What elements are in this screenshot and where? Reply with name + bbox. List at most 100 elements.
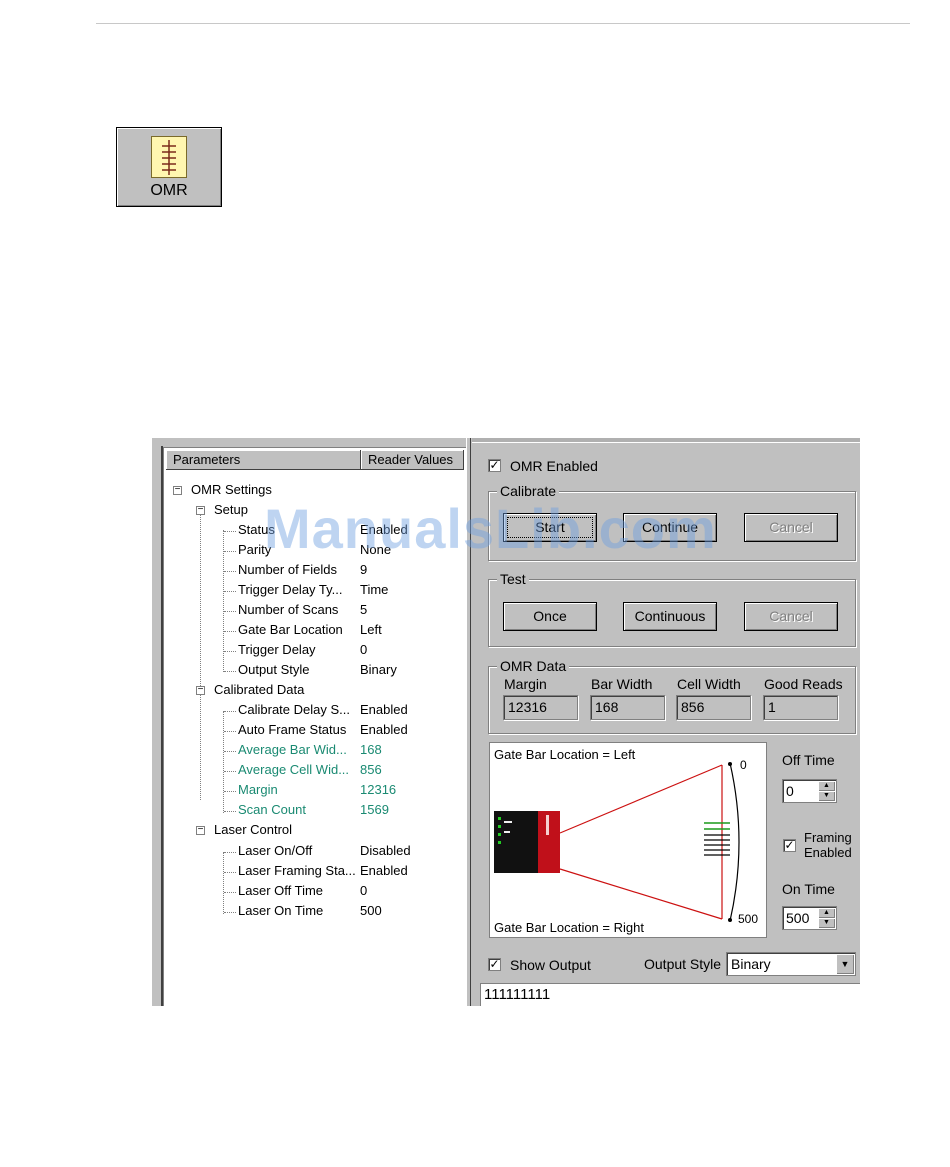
omr-document-icon: [151, 136, 187, 178]
off-time-value: 0: [786, 783, 794, 799]
test-cancel-button[interactable]: Cancel: [744, 602, 838, 631]
collapse-icon[interactable]: −: [196, 505, 205, 515]
spin-up-icon[interactable]: ▲: [818, 908, 835, 918]
column-header-reader-values[interactable]: Reader Values: [361, 450, 464, 470]
param-name[interactable]: Laser On Time: [238, 901, 323, 921]
omr-data-group: OMR Data Margin 12316 Bar Width 168 Cell…: [488, 658, 856, 734]
spin-down-icon[interactable]: ▼: [818, 791, 835, 801]
param-value: 168: [360, 742, 382, 757]
param-name[interactable]: Gate Bar Location: [238, 620, 343, 640]
param-value: None: [360, 542, 392, 557]
param-value: 9: [360, 562, 368, 577]
output-style-value: Binary: [731, 956, 771, 972]
tree-connector: [224, 711, 236, 712]
show-output-label: Show Output: [510, 957, 591, 973]
page-top-rule: [96, 23, 910, 24]
tree-node-laser-control[interactable]: Laser Control: [214, 820, 292, 840]
tree-node-calibrated-data[interactable]: Calibrated Data: [214, 680, 304, 700]
param-name[interactable]: Parity: [238, 540, 271, 560]
parameters-tree[interactable]: Parameters Reader Values − OMR Settings …: [161, 446, 466, 1006]
param-value: Left: [360, 622, 382, 637]
output-text-area[interactable]: 111111111: [480, 983, 860, 1006]
tree-node-setup[interactable]: Setup: [214, 500, 248, 520]
param-value: 5: [360, 602, 368, 617]
tree-connector: [224, 611, 236, 612]
tree-connector: [224, 771, 236, 772]
param-name[interactable]: Laser On/Off: [238, 841, 312, 861]
collapse-icon[interactable]: −: [196, 685, 205, 695]
cell-width-label: Cell Width: [677, 676, 741, 692]
bar-width-field: 168: [590, 695, 665, 720]
framing-enabled-label: Enabled: [804, 845, 852, 860]
omr-enabled-label: OMR Enabled: [510, 458, 598, 474]
param-name[interactable]: Laser Off Time: [238, 881, 323, 901]
param-name[interactable]: Number of Fields: [238, 560, 337, 580]
test-title: Test: [497, 571, 529, 587]
chevron-down-icon[interactable]: ▼: [836, 954, 854, 974]
calibrate-continue-button[interactable]: Continue: [623, 513, 717, 542]
param-name[interactable]: Status: [238, 520, 275, 540]
omr-dialog: Parameters Reader Values − OMR Settings …: [152, 438, 860, 1006]
tree-connector: [224, 791, 236, 792]
tree-connector: [224, 811, 236, 812]
tree-connector: [224, 631, 236, 632]
param-value: 0: [360, 642, 368, 657]
bar-width-label: Bar Width: [591, 676, 653, 692]
param-name[interactable]: Number of Scans: [238, 600, 338, 620]
tree-connector: [224, 731, 236, 732]
param-name[interactable]: Scan Count: [238, 800, 306, 820]
param-name[interactable]: Trigger Delay Ty...: [238, 580, 343, 600]
margin-field: 12316: [503, 695, 578, 720]
param-value: Enabled: [360, 522, 408, 537]
omr-toolbar-button[interactable]: OMR: [116, 127, 222, 207]
on-time-spin-buttons[interactable]: ▲ ▼: [818, 908, 835, 928]
param-name[interactable]: Auto Frame Status: [238, 720, 346, 740]
collapse-icon[interactable]: −: [196, 825, 205, 835]
tree-connector: [224, 551, 236, 552]
collapse-icon[interactable]: −: [173, 485, 182, 495]
param-name[interactable]: Trigger Delay: [238, 640, 316, 660]
output-style-select[interactable]: Binary ▼: [726, 952, 856, 976]
tree-connector: [224, 531, 236, 532]
good-reads-label: Good Reads: [764, 676, 843, 692]
calibrate-title: Calibrate: [497, 483, 560, 499]
calibrate-cancel-button[interactable]: Cancel: [744, 513, 838, 542]
param-value: Enabled: [360, 722, 408, 737]
tree-connector: [224, 852, 236, 853]
panel-splitter[interactable]: [466, 438, 471, 1006]
param-value: 0: [360, 883, 368, 898]
calibrate-start-button[interactable]: Start: [503, 513, 597, 542]
column-header-parameters[interactable]: Parameters: [166, 450, 361, 470]
margin-label: Margin: [504, 676, 547, 692]
spin-down-icon[interactable]: ▼: [818, 918, 835, 928]
tree-connector: [224, 751, 236, 752]
framing-enabled-checkbox[interactable]: ✓: [783, 839, 796, 852]
param-value: Enabled: [360, 702, 408, 717]
test-continuous-button[interactable]: Continuous: [623, 602, 717, 631]
tree-node-omr-settings[interactable]: OMR Settings: [191, 480, 272, 500]
scale-start-label: 0: [740, 758, 747, 772]
param-value: Enabled: [360, 863, 408, 878]
calibrate-group: Calibrate Start Continue Cancel: [488, 483, 856, 561]
param-name[interactable]: Margin: [238, 780, 278, 800]
on-time-label: On Time: [782, 881, 835, 897]
param-name[interactable]: Average Cell Wid...: [238, 760, 349, 780]
param-name[interactable]: Laser Framing Sta...: [238, 861, 356, 881]
param-name[interactable]: Calibrate Delay S...: [238, 700, 350, 720]
off-time-spin-buttons[interactable]: ▲ ▼: [818, 781, 835, 801]
on-time-spinner[interactable]: 500 ▲ ▼: [782, 906, 837, 930]
omr-enabled-checkbox[interactable]: ✓: [488, 459, 501, 472]
param-name[interactable]: Output Style: [238, 660, 310, 680]
param-name[interactable]: Average Bar Wid...: [238, 740, 347, 760]
spin-up-icon[interactable]: ▲: [818, 781, 835, 791]
tab-strip: [472, 438, 860, 443]
test-once-button[interactable]: Once: [503, 602, 597, 631]
tree-connector: [223, 852, 224, 914]
tree-connector: [224, 892, 236, 893]
on-time-value: 500: [786, 910, 810, 926]
param-value: 856: [360, 762, 382, 777]
tree-connector: [224, 872, 236, 873]
off-time-spinner[interactable]: 0 ▲ ▼: [782, 779, 837, 803]
tree-connector: [223, 711, 224, 813]
show-output-checkbox[interactable]: ✓: [488, 958, 501, 971]
